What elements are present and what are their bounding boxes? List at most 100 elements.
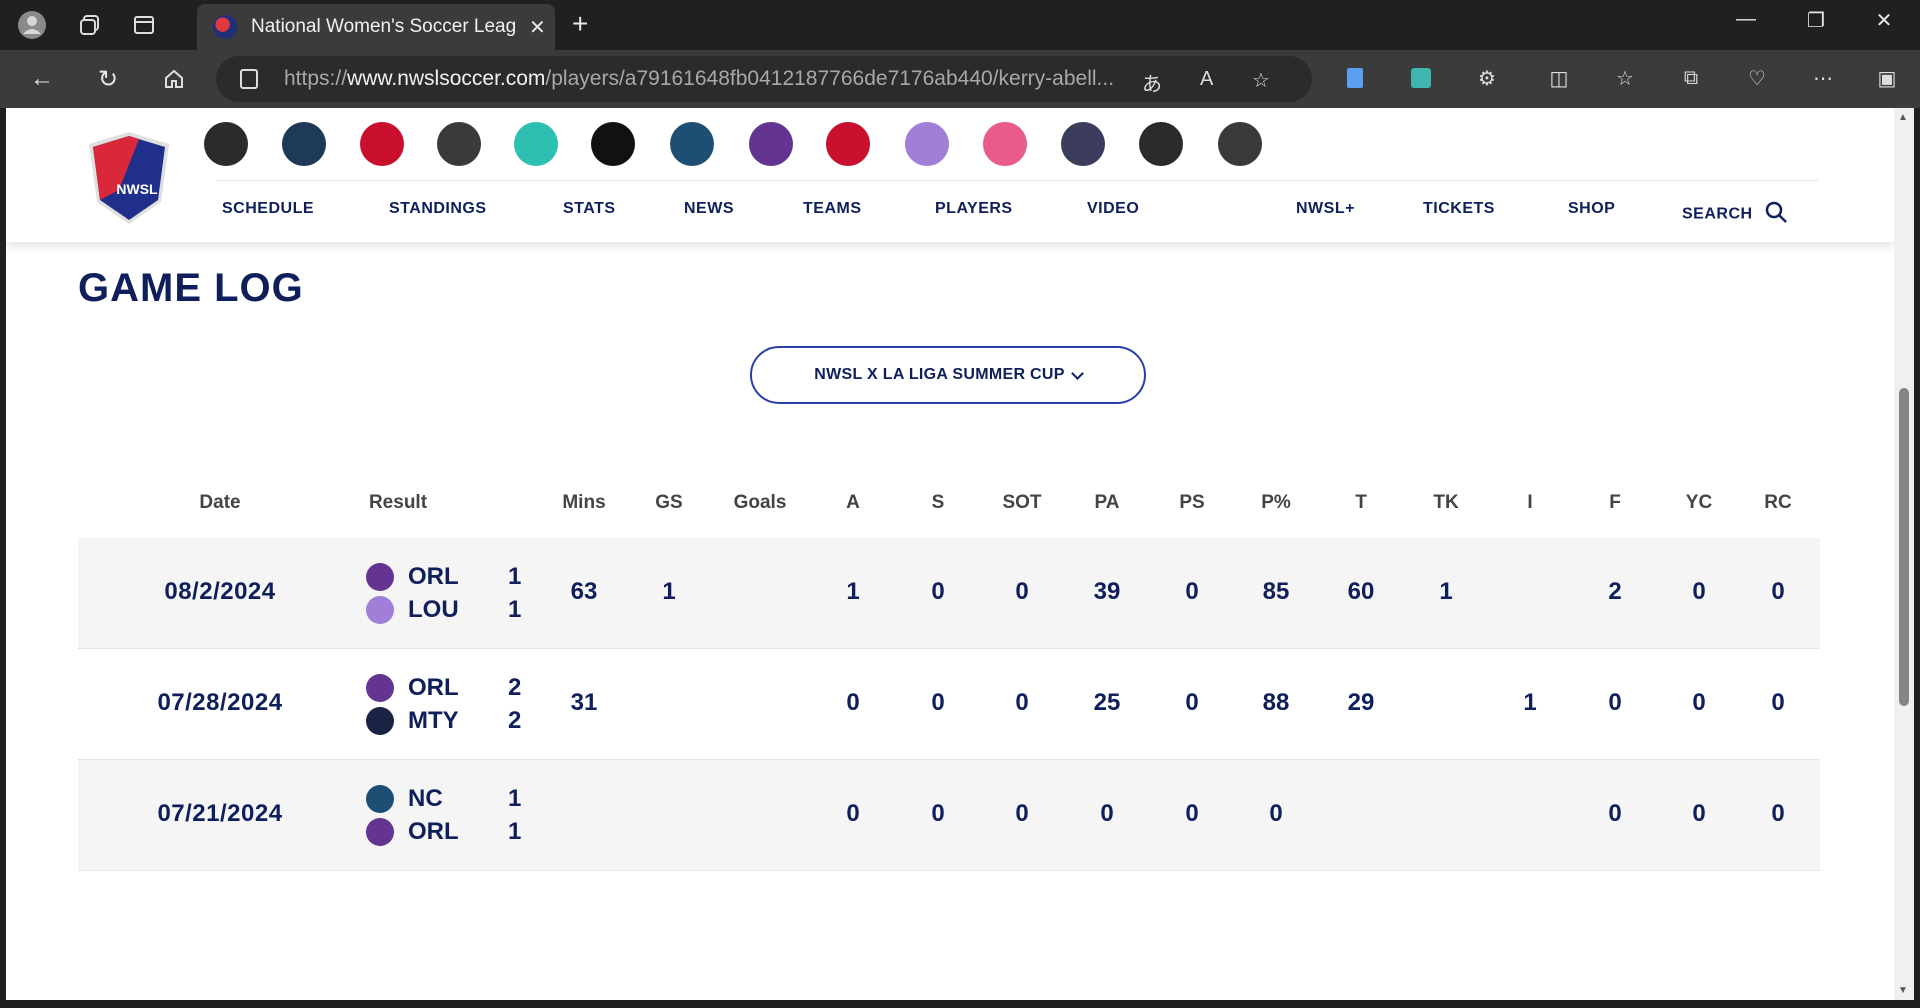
nav-stats[interactable]: STATS (563, 200, 616, 218)
game-log-title: GAME LOG (78, 266, 304, 310)
header-yc[interactable]: YC (1686, 492, 1712, 514)
row-date[interactable]: 07/28/2024 (157, 689, 282, 717)
nav-shop[interactable]: SHOP (1568, 200, 1615, 218)
competition-dropdown[interactable]: NWSL X LA LIGA SUMMER CUP (750, 346, 1146, 404)
new-tab-icon[interactable]: + (572, 10, 588, 38)
header-i[interactable]: I (1527, 492, 1532, 514)
cell-a: 0 (846, 689, 860, 716)
club-nc-courage-icon[interactable] (670, 122, 714, 166)
away-team[interactable]: ORL 1 (366, 817, 521, 847)
nav-tickets[interactable]: TICKETS (1423, 200, 1495, 218)
profile-icon[interactable] (14, 8, 50, 42)
header-sot[interactable]: SOT (1002, 492, 1041, 514)
header-f[interactable]: F (1609, 492, 1621, 514)
address-bar[interactable]: https://www.nwslsoccer.com/players/a7916… (216, 56, 1312, 102)
read-aloud-icon[interactable]: A (1200, 68, 1213, 91)
tab-actions-icon[interactable] (126, 8, 162, 42)
club-washington-spirit-icon[interactable] (1218, 122, 1262, 166)
split-screen-icon[interactable]: ◫ (1544, 63, 1574, 93)
home-team[interactable]: NC 1 (366, 784, 521, 814)
club-utah-royals-icon[interactable] (1139, 122, 1183, 166)
home-team-crest-icon (366, 563, 394, 591)
club-angel-city-icon[interactable] (204, 122, 248, 166)
translate-icon[interactable]: あ (1142, 68, 1162, 97)
header-result[interactable]: Result (369, 492, 427, 514)
row-date[interactable]: 07/21/2024 (157, 800, 282, 828)
header-ps[interactable]: PS (1179, 492, 1204, 514)
header-tk[interactable]: TK (1433, 492, 1458, 514)
minimize-icon[interactable]: — (1716, 8, 1776, 31)
away-team[interactable]: LOU 1 (366, 595, 521, 625)
club-houston-dash-icon[interactable] (437, 122, 481, 166)
cell-i: 1 (1523, 689, 1537, 716)
header-t[interactable]: T (1355, 492, 1367, 514)
more-options-icon[interactable]: ⋯ (1808, 63, 1838, 93)
scroll-up-icon[interactable]: ▲ (1898, 112, 1908, 123)
club-seattle-reign-icon[interactable] (1061, 122, 1105, 166)
scroll-down-icon[interactable]: ▼ (1898, 985, 1908, 996)
cell-f: 0 (1608, 689, 1622, 716)
back-icon[interactable]: ← (22, 60, 62, 98)
extension-m-icon[interactable] (1406, 63, 1436, 93)
header-pp[interactable]: P% (1261, 492, 1291, 514)
club-gotham-fc-icon[interactable] (591, 122, 635, 166)
nwsl-logo[interactable]: NWSL (79, 130, 179, 226)
club-chicago-red-stars-icon[interactable] (360, 122, 404, 166)
tab-bar: National Women's Soccer League ✕ + — ❐ ✕ (0, 0, 1920, 50)
club-san-diego-wave-icon[interactable] (983, 122, 1027, 166)
header-rc[interactable]: RC (1764, 492, 1791, 514)
url-text[interactable]: https://www.nwslsoccer.com/players/a7916… (284, 67, 1114, 91)
home-team[interactable]: ORL 1 (366, 562, 521, 592)
scrollbar-thumb[interactable] (1899, 388, 1909, 706)
header-date[interactable]: Date (199, 492, 240, 514)
url-prefix: https:// (284, 67, 348, 90)
cell-rc: 0 (1771, 578, 1785, 605)
header-s[interactable]: S (932, 492, 945, 514)
web-page: NWSL SCHEDULE STANDINGS STATS NEWS TEAMS… (6, 108, 1894, 1000)
favorites-icon[interactable]: ☆ (1610, 63, 1640, 93)
club-portland-thorns-icon[interactable] (826, 122, 870, 166)
home-team[interactable]: ORL 2 (366, 673, 521, 703)
cell-pa: 39 (1093, 578, 1121, 605)
home-team-score: 2 (508, 674, 522, 701)
header-a[interactable]: A (846, 492, 860, 514)
away-team[interactable]: MTY 2 (366, 706, 521, 736)
lock-icon[interactable] (240, 69, 258, 89)
nav-players[interactable]: PLAYERS (935, 200, 1013, 218)
close-tab-icon[interactable]: ✕ (529, 15, 546, 40)
header-goals[interactable]: Goals (734, 492, 787, 514)
header-mins[interactable]: Mins (562, 492, 605, 514)
nav-schedule[interactable]: SCHEDULE (222, 200, 314, 218)
cell-yc: 0 (1692, 689, 1706, 716)
page-scrollbar[interactable]: ▲ ▼ (1894, 108, 1914, 1000)
active-tab[interactable]: National Women's Soccer League ✕ (197, 4, 555, 50)
collections-icon[interactable]: ⧉ (1676, 63, 1706, 93)
extension-doc-icon[interactable] (1340, 63, 1370, 93)
club-kc-current-icon[interactable] (514, 122, 558, 166)
restore-icon[interactable]: ❐ (1786, 8, 1846, 33)
nav-teams[interactable]: TEAMS (803, 200, 862, 218)
cell-mins: 63 (570, 578, 598, 605)
club-racing-louisville-icon[interactable] (905, 122, 949, 166)
cell-pp: 88 (1262, 689, 1290, 716)
favorite-star-icon[interactable]: ☆ (1252, 68, 1270, 93)
nav-standings[interactable]: STANDINGS (389, 200, 487, 218)
browser-essentials-icon[interactable]: ♡ (1742, 63, 1772, 93)
sidebar-toggle-icon[interactable]: ▣ (1872, 63, 1902, 93)
table-row: 07/28/2024 ORL 2 MTY 2 31 0 0 0 25 0 88 29 1 0 0 0 (78, 649, 1820, 760)
workspaces-icon[interactable] (72, 8, 108, 42)
club-bay-fc-icon[interactable] (282, 122, 326, 166)
close-window-icon[interactable]: ✕ (1854, 8, 1914, 33)
extensions-puzzle-icon[interactable]: ⚙ (1472, 63, 1502, 93)
header-pa[interactable]: PA (1095, 492, 1120, 514)
nav-video[interactable]: VIDEO (1087, 200, 1139, 218)
header-gs[interactable]: GS (655, 492, 682, 514)
home-icon[interactable] (154, 60, 194, 98)
refresh-icon[interactable]: ↻ (88, 60, 128, 98)
logo-text: NWSL (116, 181, 158, 197)
nav-search[interactable]: SEARCH (1682, 200, 1788, 229)
row-date[interactable]: 08/2/2024 (164, 578, 275, 606)
nav-nwsl-plus[interactable]: NWSL+ (1296, 200, 1355, 218)
nav-news[interactable]: NEWS (684, 200, 734, 218)
club-orlando-pride-icon[interactable] (749, 122, 793, 166)
